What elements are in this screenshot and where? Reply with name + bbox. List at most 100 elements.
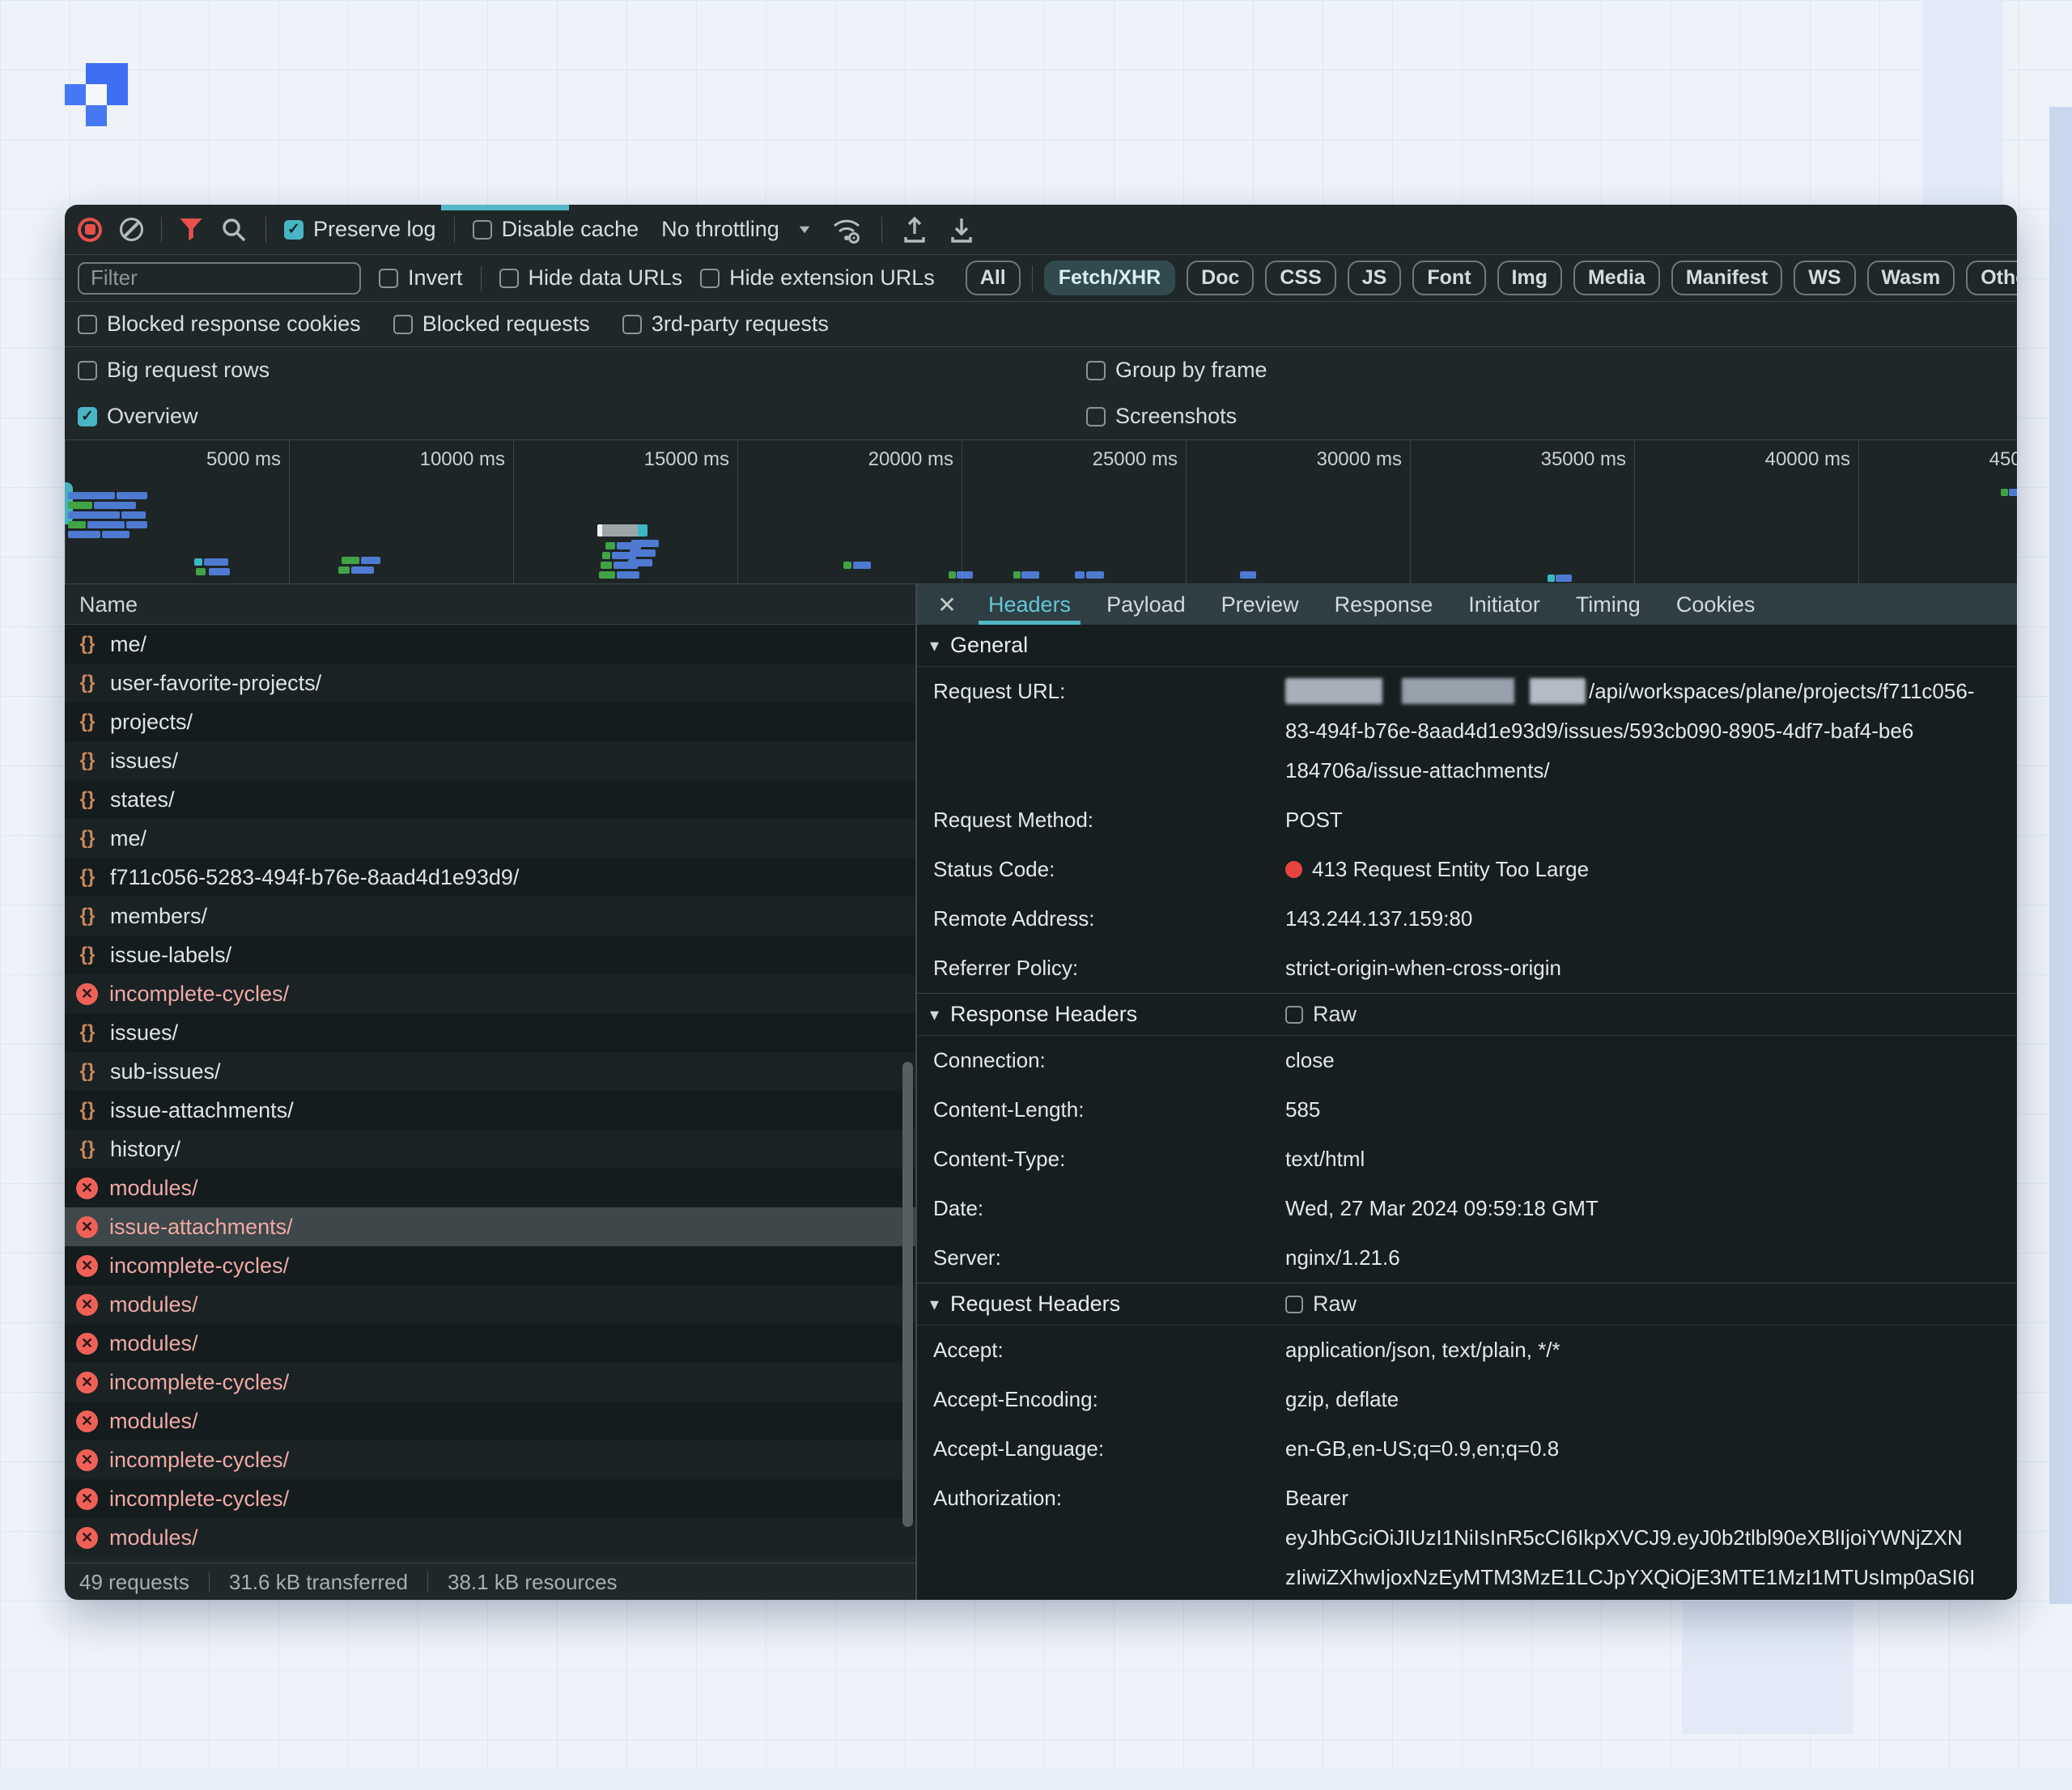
detail-tab-bar: ✕ HeadersPayloadPreviewResponseInitiator… [917,584,2017,625]
name-column-header[interactable]: Name [65,584,915,625]
status-separator [427,1572,428,1593]
request-row[interactable]: ✕incomplete-cycles/ [65,974,915,1013]
invert-checkbox[interactable]: ✓ Invert [379,265,463,291]
request-row[interactable]: ✕modules/ [65,1169,915,1207]
filter-chip-media[interactable]: Media [1573,261,1660,295]
request-row[interactable]: {}members/ [65,897,915,935]
filter-input[interactable] [78,262,361,295]
xhr-icon: {} [76,866,99,889]
request-name: modules/ [109,1292,198,1317]
filter-chip-img[interactable]: Img [1497,261,1562,295]
tab-cookies[interactable]: Cookies [1658,584,1773,625]
tab-timing[interactable]: Timing [1558,584,1658,625]
network-conditions-icon[interactable] [830,214,864,245]
filter-funnel-icon[interactable] [180,218,202,241]
header-value: BearereyJhbGciOiJIUzI1NiIsInR5cCI6IkpXVC… [1285,1478,2017,1600]
waterfall-bar [630,549,656,557]
request-row[interactable]: {}states/ [65,780,915,819]
request-row[interactable]: {}issue-attachments/ [65,1091,915,1130]
tab-payload[interactable]: Payload [1089,584,1204,625]
filter-chip-wasm[interactable]: Wasm [1867,261,1955,295]
blocked-options-row: ✓ Blocked response cookies ✓ Blocked req… [65,302,2017,347]
value-text: gzip, deflate [1285,1387,1399,1411]
tab-response[interactable]: Response [1317,584,1451,625]
search-icon[interactable] [220,216,248,244]
tab-initiator[interactable]: Initiator [1450,584,1558,625]
filter-chip-font[interactable]: Font [1412,261,1485,295]
request-row[interactable]: {}issues/ [65,1013,915,1052]
chevron-down-icon[interactable] [799,226,809,232]
big-request-rows-checkbox[interactable]: ✓ Big request rows [78,358,270,383]
request-row[interactable]: ✕issue-attachments/ [65,1207,915,1246]
filter-chip-other[interactable]: Other [1966,261,2017,295]
export-har-icon[interactable] [947,214,976,245]
filter-chip-doc[interactable]: Doc [1187,261,1254,295]
list-scrollbar[interactable] [902,1062,913,1527]
close-icon[interactable]: ✕ [923,584,970,625]
disable-cache-checkbox[interactable]: ✓ Disable cache [473,217,639,242]
section-header-request-headers[interactable]: ▾Request Headers✓Raw [917,1283,2017,1326]
request-row[interactable]: {}issues/ [65,741,915,780]
header-key: Accept-Encoding: [933,1380,1285,1419]
request-row[interactable]: ✕modules/ [65,1285,915,1324]
header-row: Request URL:/api/workspaces/plane/projec… [917,667,2017,795]
blocked-requests-checkbox[interactable]: ✓ Blocked requests [393,312,590,337]
request-row[interactable]: ✕modules/ [65,1324,915,1363]
network-overview-timeline[interactable]: 5000 ms10000 ms15000 ms20000 ms25000 ms3… [65,440,2017,584]
request-row[interactable]: ✕incomplete-cycles/ [65,1363,915,1402]
view-options-row-2: ✓ Overview ✓ Screenshots [65,393,2017,439]
hide-extension-urls-checkbox[interactable]: ✓ Hide extension URLs [700,265,935,291]
import-har-icon[interactable] [900,214,929,245]
raw-toggle-checkbox[interactable]: ✓Raw [1285,1292,1357,1317]
request-row[interactable]: ✕modules/ [65,1402,915,1440]
tab-headers[interactable]: Headers [970,584,1089,625]
blocked-response-cookies-checkbox[interactable]: ✓ Blocked response cookies [78,312,361,337]
chevron-expanded-icon: ▾ [930,635,939,656]
section-header-general[interactable]: ▾General [917,625,2017,667]
value-text: 413 Request Entity Too Large [1312,857,1589,881]
request-row[interactable]: {}sub-issues/ [65,1052,915,1091]
filter-chip-css[interactable]: CSS [1265,261,1335,295]
request-row[interactable]: {}me/ [65,819,915,858]
checkbox-box: ✓ [622,315,642,334]
section-header-response-headers[interactable]: ▾Response Headers✓Raw [917,994,2017,1036]
request-row[interactable]: {}history/ [65,1130,915,1169]
raw-toggle-checkbox[interactable]: ✓Raw [1285,1002,1357,1027]
xhr-icon: {} [76,1138,99,1160]
request-row[interactable]: {}me/ [65,625,915,664]
clear-icon[interactable] [120,218,143,241]
overview-label: Overview [107,404,198,429]
request-row[interactable]: {}issue-labels/ [65,935,915,974]
status-error-dot [1285,861,1302,878]
filter-chip-manifest[interactable]: Manifest [1671,261,1782,295]
filter-chip-all[interactable]: All [966,261,1021,295]
preserve-log-checkbox[interactable]: ✓ Preserve log [284,217,436,242]
tab-preview[interactable]: Preview [1204,584,1317,625]
request-row[interactable]: ✕incomplete-cycles/ [65,1246,915,1285]
waterfall-bar [1021,571,1039,579]
request-row[interactable]: ✕incomplete-cycles/ [65,1479,915,1518]
request-row[interactable]: {}f711c056-5283-494f-b76e-8aad4d1e93d9/ [65,858,915,897]
overview-checkbox[interactable]: ✓ Overview [78,404,198,429]
request-row[interactable]: ✕modules/ [65,1518,915,1557]
throttling-select[interactable]: No throttling [661,217,779,242]
screenshots-checkbox[interactable]: ✓ Screenshots [1086,404,1237,429]
filter-chip-ws[interactable]: WS [1794,261,1855,295]
header-key: Remote Address: [933,899,1285,939]
waterfall-bar [68,531,100,538]
view-options: ✓ Big request rows ✓ Group by frame ✓ Ov… [65,347,2017,440]
record-button[interactable] [78,218,102,242]
request-row[interactable]: {}projects/ [65,702,915,741]
header-key: Date: [933,1189,1285,1228]
logo-pixel [86,84,107,105]
filter-chip-fetch-xhr[interactable]: Fetch/XHR [1044,261,1175,295]
hide-data-urls-checkbox[interactable]: ✓ Hide data URLs [499,265,683,291]
request-detail-panel: ✕ HeadersPayloadPreviewResponseInitiator… [917,584,2017,1600]
request-row[interactable]: {}user-favorite-projects/ [65,664,915,702]
group-by-frame-checkbox[interactable]: ✓ Group by frame [1086,358,1267,383]
header-row: Status Code:413 Request Entity Too Large [917,845,2017,894]
filter-chip-js[interactable]: JS [1348,261,1402,295]
request-row[interactable]: ✕incomplete-cycles/ [65,1440,915,1479]
network-tab-indicator [441,205,569,210]
third-party-requests-checkbox[interactable]: ✓ 3rd-party requests [622,312,829,337]
